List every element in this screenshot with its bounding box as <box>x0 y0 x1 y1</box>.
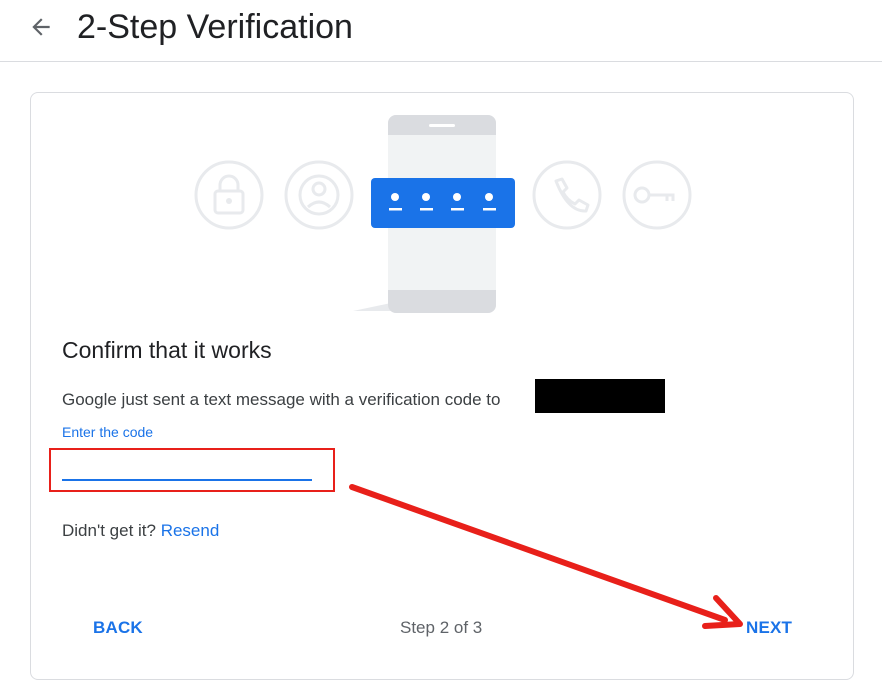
verification-code-input[interactable] <box>62 453 312 481</box>
lock-icon <box>194 160 264 230</box>
arrow-back-icon[interactable] <box>28 14 54 40</box>
redacted-phone-number <box>535 379 665 413</box>
key-icon <box>622 160 692 230</box>
header-bar: 2-Step Verification <box>0 0 882 62</box>
resend-line: Didn't get it? Resend <box>62 519 219 543</box>
resend-prefix: Didn't get it? <box>62 521 156 540</box>
code-field-label: Enter the code <box>62 424 154 440</box>
resend-link[interactable]: Resend <box>161 521 220 540</box>
verification-message: Google just sent a text message with a v… <box>62 390 501 409</box>
code-banner <box>371 178 515 228</box>
account-circle-icon <box>284 160 354 230</box>
verification-card: Confirm that it works Google just sent a… <box>30 92 854 680</box>
next-button[interactable]: NEXT <box>746 616 792 640</box>
step-indicator: Step 2 of 3 <box>400 618 483 637</box>
phone-illustration <box>194 115 692 313</box>
card-heading: Confirm that it works <box>62 337 272 363</box>
page-title: 2-Step Verification <box>77 8 353 46</box>
phone-call-icon <box>532 160 602 230</box>
back-button[interactable]: BACK <box>93 616 143 640</box>
